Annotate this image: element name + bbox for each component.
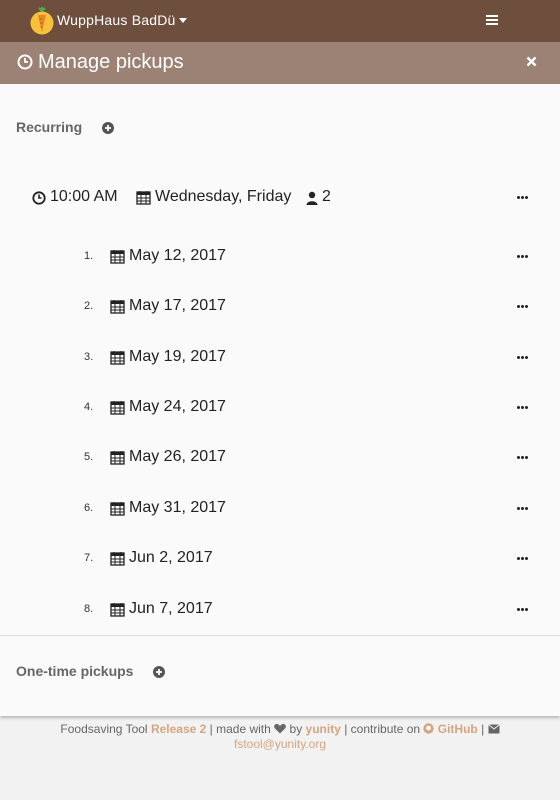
list-item[interactable]: 3. May 19, 2017: [0, 343, 560, 373]
pickup-number: 1.: [84, 250, 94, 262]
release-link[interactable]: Release 2: [151, 722, 206, 736]
plus-circle-icon[interactable]: [153, 666, 165, 678]
list-item[interactable]: 7. Jun 2, 2017: [0, 544, 560, 574]
pickup-options-icon[interactable]: [517, 608, 529, 612]
github-icon: [423, 723, 435, 734]
group-name[interactable]: WuppHaus BadDü: [57, 12, 176, 28]
list-item[interactable]: 2. May 17, 2017: [0, 292, 560, 322]
calendar-icon: [110, 502, 125, 516]
footer: Foodsaving Tool Release 2 | made with by…: [0, 722, 560, 752]
calendar-icon: [110, 300, 125, 314]
pickup-date: May 24, 2017: [129, 398, 226, 415]
hamburger-icon[interactable]: [486, 15, 498, 25]
pickup-date: Jun 2, 2017: [129, 549, 213, 566]
calendar-icon: [110, 603, 125, 617]
calendar-icon: [110, 250, 125, 264]
list-item[interactable]: 8. Jun 7, 2017: [0, 595, 560, 625]
page-title: Manage pickups: [38, 51, 184, 73]
series-row[interactable]: 10:00 AM Wednesday, Friday 2: [32, 188, 532, 210]
pickup-date: Jun 7, 2017: [129, 600, 213, 617]
chevron-down-icon[interactable]: [179, 18, 187, 23]
pickup-number: 6.: [84, 502, 94, 514]
github-link[interactable]: GitHub: [438, 722, 478, 736]
divider: [0, 635, 560, 636]
pickup-options-icon[interactable]: [517, 557, 529, 561]
pickup-options-icon[interactable]: [517, 456, 529, 460]
pickup-date: May 19, 2017: [129, 348, 226, 365]
pickup-options-icon[interactable]: [517, 305, 529, 309]
pickup-options-icon[interactable]: [517, 507, 529, 511]
calendar-icon: [110, 351, 125, 365]
calendar-icon: [110, 451, 125, 465]
list-item[interactable]: 4. May 24, 2017: [0, 393, 560, 423]
pickup-number: 8.: [84, 603, 94, 615]
plus-circle-icon[interactable]: [102, 122, 114, 134]
calendar-icon: [110, 552, 125, 566]
pickup-number: 7.: [84, 552, 94, 564]
clock-icon: [17, 54, 33, 70]
list-item[interactable]: 5. May 26, 2017: [0, 443, 560, 473]
pickup-date: May 12, 2017: [129, 247, 226, 264]
email-link[interactable]: fstool@yunity.org: [234, 737, 326, 751]
series-time: 10:00 AM: [50, 188, 118, 205]
series-days: Wednesday, Friday: [155, 188, 292, 205]
close-icon[interactable]: [526, 56, 537, 67]
footer-by: by: [289, 722, 303, 736]
pickup-date: May 17, 2017: [129, 297, 226, 314]
pickup-number: 5.: [84, 451, 94, 463]
pickup-options-icon[interactable]: [517, 356, 529, 360]
list-item[interactable]: 1. May 12, 2017: [0, 242, 560, 272]
pickup-date: May 26, 2017: [129, 448, 226, 465]
list-item[interactable]: 6. May 31, 2017: [0, 494, 560, 524]
user-icon: [306, 191, 318, 205]
series-options-icon[interactable]: [517, 196, 529, 200]
clock-icon: [32, 191, 46, 205]
envelope-icon: [487, 724, 500, 734]
one-time-heading: One-time pickups: [16, 663, 134, 679]
calendar-icon: [110, 401, 125, 415]
footer-separator: |: [481, 722, 485, 736]
carrot-logo-icon[interactable]: [29, 7, 55, 35]
footer-app-name: Foodsaving Tool: [60, 722, 148, 736]
recurring-heading: Recurring: [16, 119, 83, 135]
pickup-number: 3.: [84, 351, 94, 363]
footer-made-with: | made with: [209, 722, 271, 736]
heart-icon: [274, 724, 287, 734]
pickup-number: 4.: [84, 401, 94, 413]
footer-contribute: | contribute on: [344, 722, 421, 736]
series-max-collectors: 2: [322, 188, 331, 205]
pickup-number: 2.: [84, 300, 94, 312]
calendar-icon: [136, 191, 151, 205]
pickup-date: May 31, 2017: [129, 499, 226, 516]
yunity-link[interactable]: yunity: [306, 722, 341, 736]
pickup-options-icon[interactable]: [517, 406, 529, 410]
pickup-options-icon[interactable]: [517, 255, 529, 259]
